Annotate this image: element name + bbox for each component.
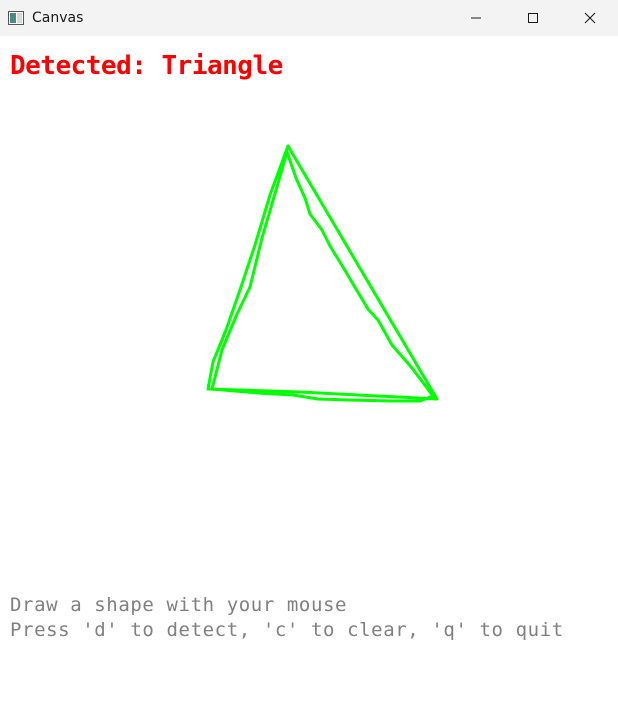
detection-result-text: Detected: Triangle (10, 51, 283, 81)
instructions-text: Draw a shape with your mouse Press 'd' to… (10, 593, 564, 643)
instructions-line-keys: Press 'd' to detect, 'c' to clear, 'q' t… (10, 619, 564, 641)
canvas-window: Canvas Detected: Triangle Draw a shape w… (0, 0, 618, 720)
triangle-stroke-outer (206, 144, 439, 401)
triangle-strokes (206, 144, 439, 403)
instructions-line-draw: Draw a shape with your mouse (10, 594, 348, 616)
